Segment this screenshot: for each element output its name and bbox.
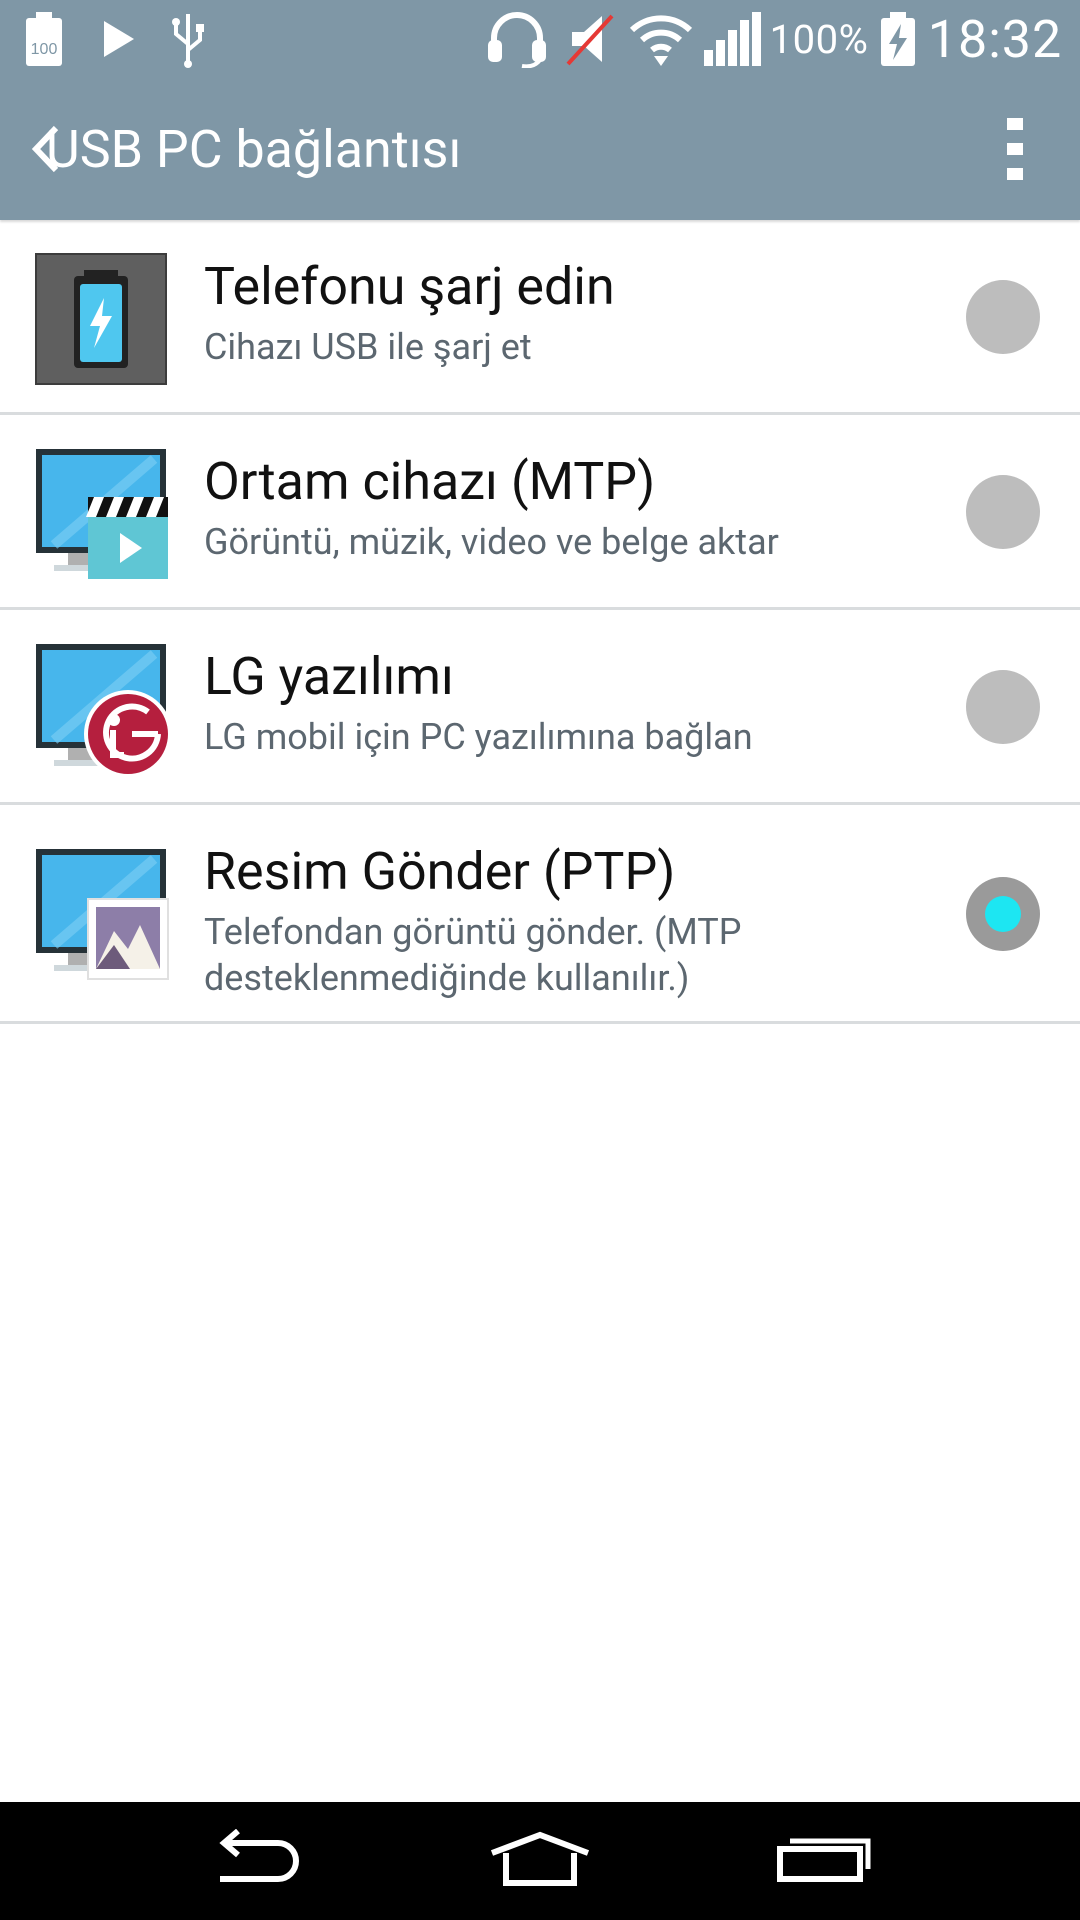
lg-software-icon	[34, 640, 172, 780]
list-item-charge[interactable]: Telefonu şarj edin Cihazı USB ile şarj e…	[0, 220, 1080, 415]
option-title: Resim Gönder (PTP)	[204, 841, 676, 902]
radio-mtp[interactable]	[966, 475, 1040, 549]
mute-icon	[560, 10, 620, 68]
battery-100-icon: 100	[22, 10, 66, 68]
status-bar: 100 100% 18:32	[0, 0, 1080, 78]
option-description: Görüntü, müzik, video ve belge aktar	[204, 521, 779, 563]
battery-charging-icon	[878, 10, 918, 68]
back-icon	[206, 1828, 306, 1893]
app-bar: USB PC bağlantısı	[0, 78, 1080, 220]
play-icon	[96, 10, 140, 68]
nav-back-button[interactable]	[186, 1816, 326, 1906]
signal-icon	[700, 10, 764, 68]
media-device-icon	[34, 445, 172, 585]
option-description: Cihazı USB ile şarj et	[204, 326, 532, 368]
wifi-icon	[626, 10, 696, 68]
navigation-bar	[0, 1802, 1080, 1920]
send-picture-icon	[34, 845, 172, 985]
svg-text:100: 100	[31, 41, 58, 58]
usb-mode-list: Telefonu şarj edin Cihazı USB ile şarj e…	[0, 220, 1080, 1024]
clock-text: 18:32	[927, 8, 1063, 70]
option-title: LG yazılımı	[204, 646, 454, 707]
list-item-lg-software[interactable]: LG yazılımı LG mobil için PC yazılımına …	[0, 610, 1080, 805]
recent-apps-icon	[776, 1835, 872, 1887]
list-item-ptp[interactable]: Resim Gönder (PTP) Telefondan görüntü gö…	[0, 805, 1080, 1024]
home-icon	[488, 1831, 592, 1891]
nav-recent-apps-button[interactable]	[754, 1816, 894, 1906]
option-description: LG mobil için PC yazılımına bağlan	[204, 716, 753, 758]
nav-home-button[interactable]	[470, 1816, 610, 1906]
radio-lg-software[interactable]	[966, 670, 1040, 744]
radio-ptp[interactable]	[966, 877, 1040, 951]
option-description: Telefondan görüntü gönder. (MTP destekle…	[204, 911, 742, 999]
charge-phone-icon	[34, 250, 172, 390]
radio-charge[interactable]	[966, 280, 1040, 354]
overflow-menu-button[interactable]	[980, 106, 1050, 196]
option-title: Telefonu şarj edin	[204, 256, 615, 317]
list-item-mtp[interactable]: Ortam cihazı (MTP) Görüntü, müzik, video…	[0, 415, 1080, 610]
usb-icon	[166, 10, 210, 68]
screen: 100 100% 18:32 USB PC bağlantısı Telefon…	[0, 0, 1080, 1920]
page-title: USB PC bağlantısı	[46, 119, 462, 180]
headset-icon	[482, 10, 552, 68]
battery-percent-text: 100%	[769, 15, 869, 63]
radio-selected-dot	[985, 896, 1021, 932]
option-title: Ortam cihazı (MTP)	[204, 451, 656, 512]
overflow-menu-icon	[1005, 116, 1025, 186]
